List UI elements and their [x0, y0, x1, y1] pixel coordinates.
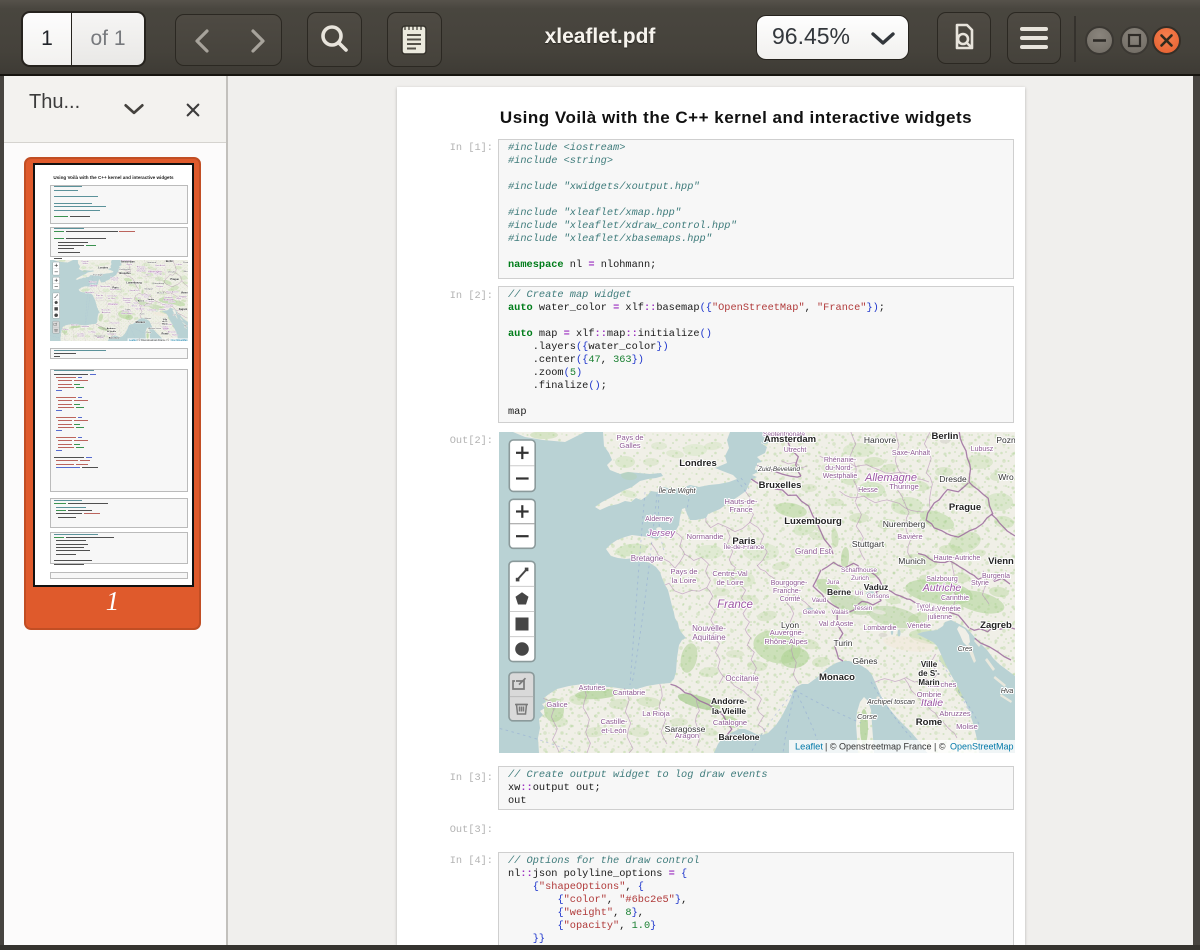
- svg-text:Bretagne: Bretagne: [631, 554, 664, 563]
- svg-text:Londres: Londres: [679, 458, 716, 469]
- svg-text:Hva: Hva: [1001, 688, 1014, 695]
- svg-text:Catalogne: Catalogne: [713, 718, 747, 727]
- svg-text:du-Nord-: du-Nord-: [825, 465, 853, 472]
- svg-text:OpenStreetMap: OpenStreetMap: [950, 742, 1014, 752]
- svg-text:Barcelone: Barcelone: [718, 732, 759, 742]
- svg-text:Molise: Molise: [956, 722, 978, 731]
- svg-text:Pays de: Pays de: [670, 567, 697, 576]
- svg-text:Genève: Genève: [803, 609, 826, 616]
- svg-text:Corse: Corse: [857, 712, 877, 721]
- svg-text:Hesse: Hesse: [858, 487, 878, 494]
- svg-text:Zagreb: Zagreb: [980, 620, 1012, 631]
- svg-text:Val d'Aoste: Val d'Aoste: [819, 621, 854, 628]
- svg-text:Haute-Autriche: Haute-Autriche: [934, 555, 981, 562]
- svg-text:Île de Wight: Île de Wight: [659, 486, 697, 495]
- svg-text:Cantabrie: Cantabrie: [613, 688, 646, 697]
- svg-text:Ville: Ville: [921, 660, 938, 669]
- svg-text:Hanovre: Hanovre: [864, 435, 896, 445]
- svg-text:Normandie: Normandie: [687, 532, 724, 541]
- svg-text:Andorre-: Andorre-: [711, 696, 747, 706]
- svg-text:Cres: Cres: [958, 646, 973, 653]
- svg-text:Amsterdam: Amsterdam: [764, 434, 816, 445]
- svg-text:Uri: Uri: [855, 590, 863, 597]
- svg-text:Bourgogne-: Bourgogne-: [771, 580, 808, 587]
- svg-text:Comté: Comté: [780, 596, 801, 603]
- svg-text:de S'-: de S'-: [918, 669, 940, 678]
- svg-text:Jura: Jura: [827, 579, 840, 586]
- svg-text:Asturies: Asturies: [578, 683, 605, 692]
- svg-text:Franche-: Franche-: [773, 588, 802, 595]
- svg-text:| © Openstreetmap France | ©: | © Openstreetmap France | ©: [825, 742, 946, 752]
- svg-text:de Loire: de Loire: [716, 578, 743, 587]
- svg-text:julienne: julienne: [927, 614, 952, 621]
- svg-text:Pozn: Pozn: [996, 435, 1015, 445]
- svg-text:Vénétie: Vénétie: [907, 623, 931, 630]
- svg-text:Autriche: Autriche: [922, 582, 962, 594]
- svg-text:Berlin: Berlin: [932, 432, 959, 442]
- svg-text:Lyon: Lyon: [781, 620, 799, 630]
- svg-text:Occitanie: Occitanie: [725, 674, 759, 683]
- svg-text:Zurich: Zurich: [851, 575, 869, 582]
- svg-text:Nuremberg: Nuremberg: [883, 519, 926, 529]
- svg-text:Rhône-Alpes: Rhône-Alpes: [764, 637, 808, 646]
- svg-text:la Loire: la Loire: [672, 576, 697, 585]
- svg-text:Rome: Rome: [916, 717, 942, 728]
- svg-text:la-Vieille: la-Vieille: [712, 706, 747, 716]
- svg-text:Allemagne: Allemagne: [864, 472, 917, 484]
- svg-text:Archipel toscan: Archipel toscan: [866, 699, 915, 706]
- svg-text:Westphalie: Westphalie: [823, 473, 858, 480]
- svg-text:Berne: Berne: [827, 587, 851, 597]
- svg-text:Abruzzes: Abruzzes: [939, 709, 971, 718]
- svg-text:Rhénanie-: Rhénanie-: [824, 457, 857, 464]
- svg-text:Schaffhouse: Schaffhouse: [841, 567, 877, 574]
- svg-text:Carinthie: Carinthie: [941, 595, 969, 602]
- svg-text:Castille-: Castille-: [600, 717, 628, 726]
- svg-text:Utrecht: Utrecht: [784, 447, 807, 454]
- svg-text:Centre-Val: Centre-Val: [712, 569, 748, 578]
- svg-text:Grand Est: Grand Est: [795, 547, 832, 556]
- svg-text:Prague: Prague: [949, 502, 981, 513]
- svg-text:Turin: Turin: [833, 638, 852, 648]
- svg-text:Italie: Italie: [921, 697, 943, 709]
- svg-text:Tessin: Tessin: [854, 605, 873, 612]
- svg-text:Saxe-Anhalt: Saxe-Anhalt: [892, 450, 930, 457]
- svg-text:Vaduz: Vaduz: [864, 582, 889, 592]
- svg-text:Wro: Wro: [998, 472, 1014, 482]
- svg-text:et-León: et-León: [601, 726, 626, 735]
- svg-text:France: France: [717, 599, 753, 611]
- svg-text:France: France: [729, 505, 752, 514]
- svg-text:Vienn: Vienn: [988, 556, 1014, 567]
- svg-text:Marin: Marin: [918, 678, 939, 687]
- svg-text:Luxembourg: Luxembourg: [784, 516, 842, 527]
- svg-text:Bruxelles: Bruxelles: [759, 480, 802, 491]
- svg-text:Paris: Paris: [732, 536, 755, 547]
- svg-text:La Rioja: La Rioja: [642, 709, 670, 718]
- svg-text:Vaud: Vaud: [812, 597, 827, 604]
- svg-text:Jersey: Jersey: [646, 528, 676, 539]
- svg-text:Lubusz: Lubusz: [971, 446, 994, 453]
- svg-text:Munich: Munich: [898, 556, 926, 566]
- svg-text:Lombardie: Lombardie: [863, 625, 896, 632]
- svg-text:Nouvelle-: Nouvelle-: [692, 624, 726, 633]
- svg-text:Burgenla: Burgenla: [982, 573, 1010, 580]
- svg-text:Monaco: Monaco: [819, 672, 855, 683]
- svg-text:Dresde: Dresde: [939, 474, 967, 484]
- svg-text:Alderney: Alderney: [645, 516, 673, 523]
- svg-text:Styrie: Styrie: [971, 580, 989, 587]
- svg-text:Tyrol: Tyrol: [916, 603, 931, 610]
- svg-text:Gênes: Gênes: [852, 656, 877, 666]
- svg-text:Stuttgart: Stuttgart: [852, 539, 885, 549]
- svg-text:Leaflet: Leaflet: [795, 742, 823, 752]
- svg-text:Galles: Galles: [619, 441, 641, 450]
- svg-text:Grisons: Grisons: [867, 593, 890, 600]
- svg-text:Valais: Valais: [831, 609, 849, 616]
- svg-text:Galice: Galice: [546, 700, 567, 709]
- svg-text:Bavière: Bavière: [897, 532, 922, 541]
- svg-text:Zuid-Beveland: Zuid-Beveland: [757, 466, 800, 473]
- svg-text:Saragosse: Saragosse: [665, 724, 706, 734]
- svg-text:Aquitaine: Aquitaine: [692, 633, 726, 642]
